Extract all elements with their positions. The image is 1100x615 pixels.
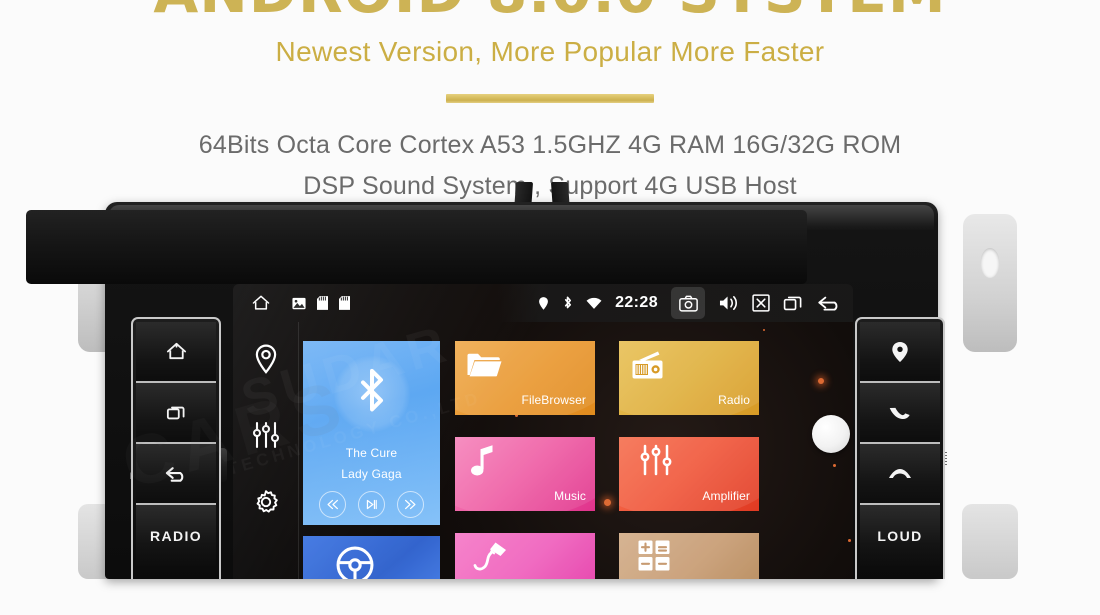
equalizer-icon (252, 421, 279, 449)
gallery-icon[interactable] (292, 297, 306, 310)
status-clock: 22:28 (615, 294, 658, 311)
spec-line-1: 64Bits Octa Core Cortex A53 1.5GHZ 4G RA… (198, 131, 902, 159)
bluetooth-icon (562, 295, 573, 311)
camera-icon (678, 295, 698, 312)
bt-next-button[interactable] (397, 491, 424, 518)
radio-icon (632, 351, 663, 379)
bt-track-title: The Cure (345, 446, 398, 460)
tile-avin[interactable]: AVIN (455, 533, 595, 579)
map-pin-icon (892, 341, 908, 362)
bt-track-artist: Lady Gaga (341, 467, 402, 481)
faceplate (26, 210, 807, 284)
gold-divider (446, 94, 654, 103)
prev-icon (327, 499, 338, 510)
home-icon (166, 342, 186, 360)
head-unit: MIC (0, 174, 1100, 579)
volume-knob[interactable] (812, 415, 850, 453)
mount-bracket-right (963, 214, 1017, 352)
mount-bracket-lower-right (962, 504, 1018, 579)
hardkey-recents[interactable] (136, 383, 216, 444)
back-button[interactable] (817, 294, 843, 313)
rail-navigation-icon[interactable] (254, 344, 278, 374)
tile-label: Radio (718, 393, 750, 407)
tile-calculator[interactable]: Calculator (619, 533, 759, 579)
wifi-icon (586, 297, 602, 310)
sdcard2-icon[interactable] (339, 296, 350, 310)
volume-icon (719, 296, 738, 310)
hardkey-back[interactable] (136, 444, 216, 505)
hardkey-answer-call[interactable] (860, 383, 940, 444)
recents-icon (166, 406, 184, 419)
mute-button[interactable] (752, 294, 770, 312)
page-title: ANDROID 8.0.0 SYSTEM (0, 0, 1100, 21)
rail-equalizer-icon[interactable] (252, 421, 280, 449)
folder-icon (467, 353, 502, 377)
volume-button[interactable] (718, 294, 739, 312)
tile-label: FileBrowser (521, 393, 586, 407)
play-pause-icon (366, 499, 377, 510)
hardkey-column-right: LOUD (855, 317, 945, 579)
tile-label: Amplifier (702, 489, 750, 503)
tile-music[interactable]: Music (455, 437, 595, 511)
equalizer-icon (640, 444, 672, 476)
hardkey-home[interactable] (136, 322, 216, 383)
tile-label: Music (554, 489, 586, 503)
hardkey-column-left: RADIO (131, 317, 221, 579)
bluetooth-halo (333, 356, 410, 432)
hardkey-end-call[interactable] (860, 444, 940, 505)
settings-gear-icon (256, 490, 278, 513)
tagline: Newest Version, More Popular More Faster (275, 36, 825, 67)
mute-x-icon (752, 294, 770, 312)
recents-button[interactable] (783, 294, 804, 312)
rail-settings-icon[interactable] (252, 488, 280, 516)
bt-transport-controls (319, 491, 424, 518)
steering-wheel-icon (336, 546, 374, 579)
camera-button[interactable] (671, 287, 705, 319)
hardkey-radio[interactable]: RADIO (136, 505, 216, 566)
tile-filebrowser[interactable]: FileBrowser (455, 341, 595, 415)
hardkey-loud[interactable]: LOUD (860, 505, 940, 566)
bt-play-pause-button[interactable] (358, 491, 385, 518)
next-icon (405, 499, 416, 510)
tile-amplifier[interactable]: Amplifier (619, 437, 759, 511)
status-bar: 22:28 (233, 284, 853, 322)
home-content: The Cure Lady Gaga FileBrowser Radio Mus… (303, 328, 853, 579)
av-cable-icon (473, 542, 506, 571)
hardkey-radio-label: RADIO (149, 527, 203, 544)
hardkey-loud-label: LOUD (877, 527, 923, 544)
map-pin-icon (255, 344, 276, 374)
back-icon (818, 296, 838, 311)
hardkey-navigation[interactable] (860, 322, 940, 383)
screen-side-rail (233, 322, 299, 579)
app-tile-grid: FileBrowser Radio Music Amplifier (455, 341, 759, 579)
tile-radio[interactable]: Radio (619, 341, 759, 415)
calculator-icon (638, 540, 670, 571)
music-note-icon (471, 445, 493, 476)
home-icon[interactable] (251, 293, 271, 313)
phone-hangup-icon (889, 468, 911, 478)
bt-prev-button[interactable] (319, 491, 346, 518)
back-icon (165, 466, 183, 482)
sdcard-icon[interactable] (317, 296, 328, 310)
gps-pin-icon (538, 296, 549, 311)
phone-answer-icon (889, 407, 910, 419)
tile-wheelkey-s[interactable]: Wheelkey S (303, 536, 440, 579)
bluetooth-music-widget[interactable]: The Cure Lady Gaga (303, 341, 440, 525)
recents-icon (783, 296, 802, 311)
bluetooth-icon (360, 368, 383, 412)
lcd-screen[interactable]: SUDAR TECHNOLOGY CO.,LTD (233, 284, 853, 579)
